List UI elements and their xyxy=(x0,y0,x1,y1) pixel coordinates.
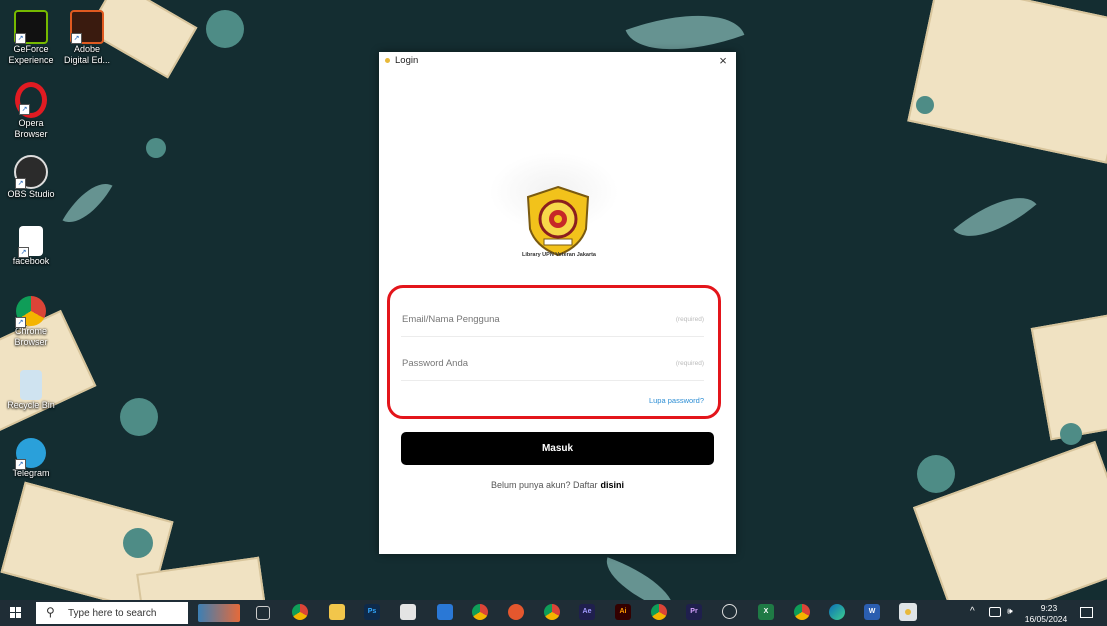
recycle-bin-icon xyxy=(20,370,42,400)
chrome-canary-icon[interactable] xyxy=(544,604,560,620)
desktop-icon-obs-studio[interactable]: ↗ OBS Studio xyxy=(0,155,62,200)
circle-decoration xyxy=(206,10,244,48)
logo-caption: Library UPN Veteran Jakarta xyxy=(522,252,596,258)
desktop-icon-label: Adobe Digital Ed... xyxy=(63,44,111,65)
book-decoration xyxy=(1030,313,1107,441)
task-view-icon[interactable] xyxy=(256,606,270,620)
word-icon[interactable]: W xyxy=(864,604,880,620)
chrome-icon: ↗ xyxy=(15,296,46,328)
opera-icon: ↗ xyxy=(15,82,47,118)
photoshop-icon[interactable]: Ps xyxy=(364,604,380,620)
media-player-icon[interactable] xyxy=(722,604,737,619)
window-title: Login xyxy=(395,55,419,66)
illustrator-icon[interactable]: Ai xyxy=(615,604,631,620)
desktop-icon-label: Opera Browser xyxy=(14,118,48,139)
geforce-icon: ↗ xyxy=(14,10,48,44)
app-icon xyxy=(385,58,390,63)
network-icon[interactable] xyxy=(989,607,1001,617)
desktop-icon-facebook[interactable]: ↗ facebook xyxy=(0,226,62,267)
desktop-icon-chrome-browser[interactable]: ↗ Chrome Browser xyxy=(0,296,62,348)
window-titlebar[interactable]: Login × xyxy=(379,52,736,70)
chrome-alt-icon[interactable] xyxy=(651,604,667,620)
desktop-icon-label: GeForce Experience xyxy=(8,44,54,65)
windows-start-icon[interactable] xyxy=(10,607,22,619)
taskbar-search-input[interactable]: ⚲ Type here to search xyxy=(36,602,188,624)
book-decoration xyxy=(907,0,1107,164)
desktop-icon-telegram[interactable]: ↗ Telegram xyxy=(0,438,62,479)
opera-taskbar-icon[interactable] xyxy=(508,604,524,620)
circle-decoration xyxy=(146,138,166,158)
calculator-icon[interactable] xyxy=(400,604,416,620)
highlight-annotation xyxy=(387,285,721,419)
login-button[interactable]: Masuk xyxy=(401,432,714,465)
search-icon: ⚲ xyxy=(46,605,55,619)
desktop-icon-label: OBS Studio xyxy=(7,189,55,199)
chrome-taskbar-icon[interactable] xyxy=(292,604,308,620)
volume-icon[interactable]: 🕪 xyxy=(1007,606,1013,617)
desktop-icon-label: Chrome Browser xyxy=(14,326,48,347)
desktop-icon-opera-browser[interactable]: ↗ Opera Browser xyxy=(0,82,62,140)
excel-icon[interactable]: X xyxy=(758,604,774,620)
register-text: Belum punya akun? Daftar xyxy=(490,480,598,490)
photos-icon[interactable] xyxy=(437,604,453,620)
clock-date[interactable]: 16/05/2024 xyxy=(1019,614,1073,624)
search-placeholder: Type here to search xyxy=(68,608,157,619)
file-icon: ↗ xyxy=(18,226,43,258)
file-explorer-icon[interactable] xyxy=(329,604,345,620)
taskbar: ⚲ Type here to search Ps Ae Ai Pr X W ^ … xyxy=(0,600,1107,626)
circle-decoration xyxy=(916,96,934,114)
desktop-icon-recycle-bin[interactable]: Recycle Bin xyxy=(0,370,62,411)
register-prompt: Belum punya akun? Daftar disini xyxy=(379,480,736,490)
university-logo-icon xyxy=(526,185,590,257)
obs-icon: ↗ xyxy=(14,155,48,189)
desktop-icon-geforce-experience[interactable]: ↗ GeForce Experience xyxy=(0,10,62,66)
notification-icon[interactable] xyxy=(1080,607,1093,618)
desktop-icon-label: Recycle Bin xyxy=(7,400,55,410)
circle-decoration xyxy=(917,455,955,493)
leaf-decoration xyxy=(62,172,113,234)
tray-chevron-icon[interactable]: ^ xyxy=(970,606,975,617)
close-button[interactable]: × xyxy=(716,53,730,68)
library-app-icon[interactable] xyxy=(899,603,917,621)
edge-icon[interactable] xyxy=(829,604,845,620)
circle-decoration xyxy=(120,398,158,436)
leaf-decoration xyxy=(953,178,1037,256)
chrome-profile-icon[interactable] xyxy=(472,604,488,620)
clock-time[interactable]: 9:23 xyxy=(1029,603,1069,613)
desktop-icon-label: Telegram xyxy=(12,468,50,478)
desktop-icon-adobe-digital-editions[interactable]: ↗ Adobe Digital Ed... xyxy=(56,10,118,66)
register-link[interactable]: disini xyxy=(601,480,625,490)
search-highlight-icon xyxy=(198,604,240,622)
telegram-icon: ↗ xyxy=(15,438,46,470)
leaf-decoration xyxy=(597,557,683,600)
circle-decoration xyxy=(123,528,153,558)
chrome-dev-icon[interactable] xyxy=(794,604,810,620)
premiere-pro-icon[interactable]: Pr xyxy=(686,604,702,620)
circle-decoration xyxy=(1060,423,1082,445)
after-effects-icon[interactable]: Ae xyxy=(579,604,595,620)
desktop-icon-label: facebook xyxy=(12,256,50,266)
adobe-digital-editions-icon: ↗ xyxy=(70,10,104,44)
